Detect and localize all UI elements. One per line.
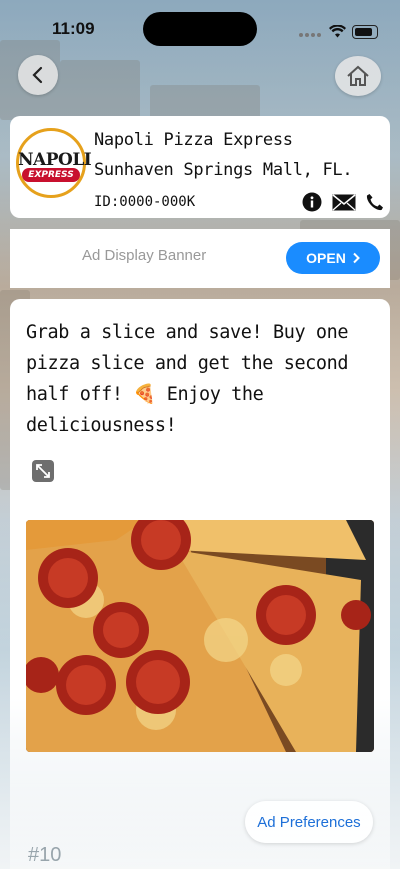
dynamic-island: [143, 12, 257, 46]
wifi-icon: [329, 25, 346, 38]
business-card: NAPOLI EXPRESS Napoli Pizza Express Sunh…: [10, 116, 390, 218]
open-ad-button[interactable]: OPEN: [286, 242, 380, 274]
ad-banner-text: Ad Display Banner: [82, 247, 207, 264]
battery-icon: [352, 24, 378, 39]
footer-tag: #10: [28, 844, 62, 866]
business-id: ID:0000-000K: [94, 194, 196, 210]
home-button[interactable]: [335, 56, 381, 96]
chevron-left-icon: [32, 66, 43, 84]
expand-button[interactable]: [32, 460, 54, 482]
info-icon[interactable]: [302, 192, 322, 212]
status-bar: 11:09: [0, 0, 400, 54]
signal-icon: [299, 22, 323, 41]
pizza-photo: [26, 520, 374, 752]
chevron-right-icon: [353, 252, 360, 264]
phone-icon[interactable]: [366, 193, 384, 211]
contact-actions: [302, 192, 384, 212]
mail-icon[interactable]: [332, 193, 356, 211]
logo-banner: EXPRESS: [22, 168, 80, 182]
open-label: OPEN: [306, 250, 346, 266]
back-button[interactable]: [18, 55, 58, 95]
status-time: 11:09: [52, 19, 95, 38]
ad-display-banner[interactable]: Ad Display Banner OPEN: [10, 229, 390, 288]
ad-preferences-button[interactable]: Ad Preferences: [245, 801, 373, 843]
business-logo: NAPOLI EXPRESS: [16, 128, 92, 198]
business-location: Sunhaven Springs Mall, FL.: [94, 160, 353, 180]
expand-icon: [36, 464, 50, 478]
business-name: Napoli Pizza Express: [94, 130, 293, 150]
home-icon: [347, 65, 369, 86]
promo-text: Grab a slice and save! Buy one pizza sli…: [26, 322, 349, 436]
logo-word: NAPOLI: [18, 150, 92, 170]
promo-card: Grab a slice and save! Buy one pizza sli…: [10, 299, 390, 869]
